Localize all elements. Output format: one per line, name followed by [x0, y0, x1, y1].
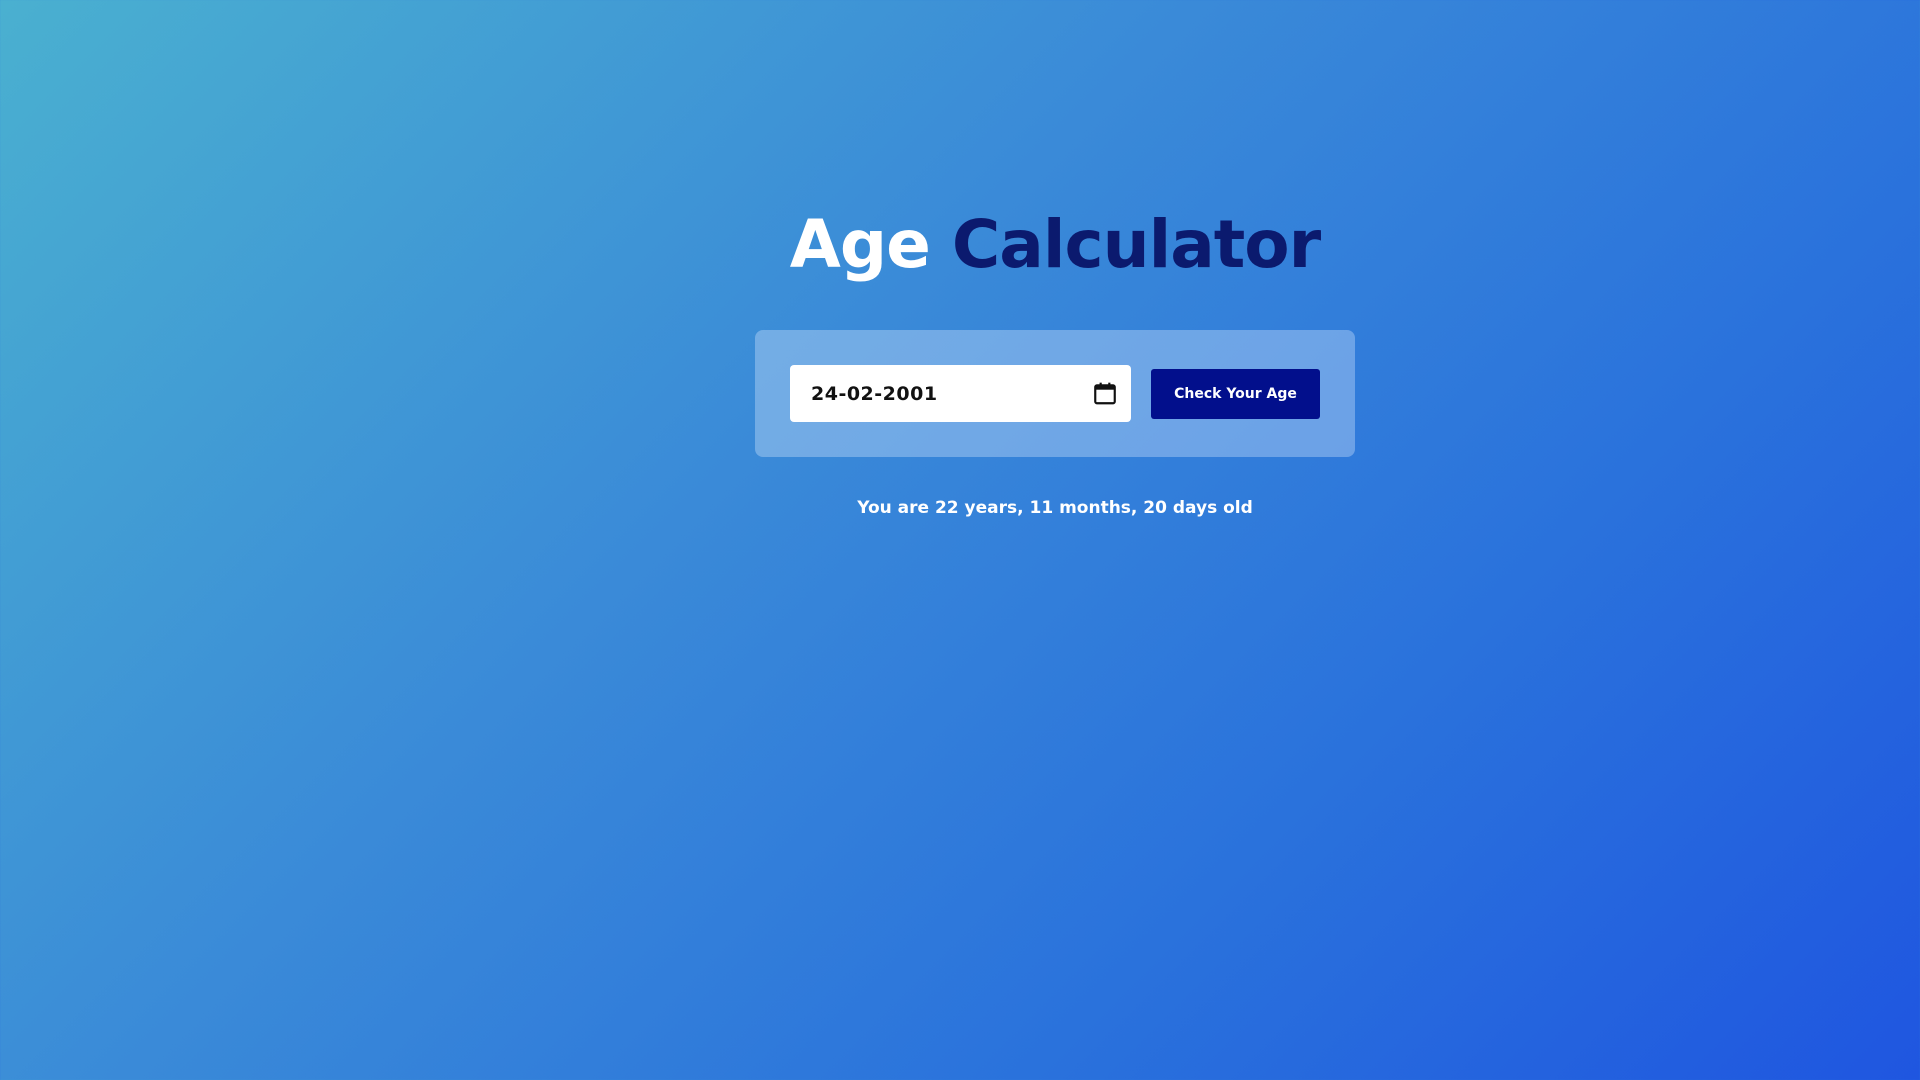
birthdate-value[interactable]: 24-02-2001: [811, 383, 938, 405]
title-word-age: Age: [789, 206, 931, 283]
age-result-text: You are 22 years, 11 months, 20 days old: [857, 498, 1253, 518]
app-container: Age Calculator 24-02-2001 Check Your Age…: [0, 0, 1920, 1080]
check-age-button[interactable]: Check Your Age: [1151, 369, 1320, 419]
page-title: Age Calculator: [0, 205, 1920, 285]
title-word-calculator: Calculator: [951, 206, 1321, 283]
birthdate-input[interactable]: 24-02-2001: [790, 365, 1131, 422]
calendar-icon[interactable]: [1092, 380, 1118, 407]
input-card: 24-02-2001 Check Your Age: [755, 330, 1355, 457]
